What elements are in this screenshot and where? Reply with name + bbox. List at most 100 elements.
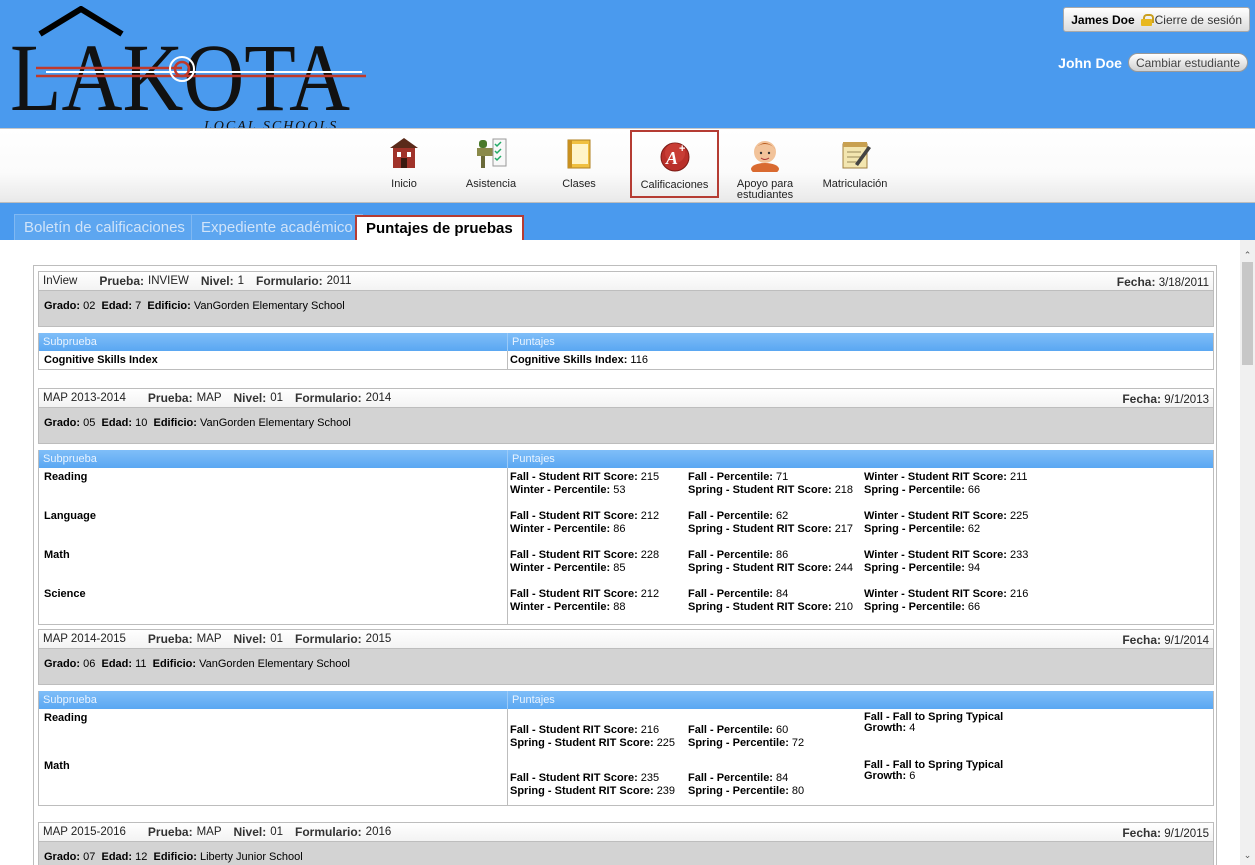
edificio-label: Edificio:	[147, 300, 191, 312]
tab-puntajes[interactable]: Puntajes de pruebas	[355, 215, 524, 243]
score-item: Spring - Student RIT Score: 217	[688, 523, 853, 535]
nav-clases[interactable]: Clases	[557, 129, 601, 203]
score-item: Fall - Student RIT Score: 216	[510, 724, 659, 736]
edad-label: Edad:	[101, 417, 133, 429]
scores-grid-header: Subprueba Puntajes	[39, 450, 1213, 468]
score-item: Fall - Student RIT Score: 235	[510, 772, 659, 784]
score-key: Fall - Percentile:	[688, 588, 773, 600]
formulario-value: 2016	[365, 826, 392, 838]
fecha: Fecha: 9/1/2014	[1122, 633, 1209, 647]
fecha-value: 9/1/2013	[1164, 394, 1209, 406]
scroll-up-icon[interactable]: ⌃	[1242, 250, 1253, 261]
edad-label: Edad:	[101, 658, 133, 670]
score-value: 4	[909, 722, 916, 734]
scores-grid-header: Subprueba Puntajes	[39, 691, 1213, 709]
scores-cell: Fall - Student RIT Score: 212 Fall - Perc…	[508, 507, 1213, 546]
score-value: 53	[613, 484, 626, 496]
score-value: 94	[967, 562, 981, 574]
score-item: Fall - Percentile: 84	[688, 772, 788, 784]
nav-label: Matriculación	[822, 178, 888, 190]
table-row: Math Fall - Student RIT Score: 228 Fall - …	[39, 546, 1213, 585]
score-key: Winter - Percentile:	[510, 523, 611, 535]
nivel-value: 01	[270, 633, 283, 645]
score-value: 228	[640, 549, 660, 561]
lock-icon	[1140, 13, 1154, 26]
score-value: 60	[776, 724, 789, 736]
nivel-label: Nivel:	[233, 825, 267, 839]
score-key: Fall - Percentile:	[688, 510, 773, 522]
score-value: 235	[640, 772, 660, 784]
puntajes-header: Puntajes	[512, 336, 555, 348]
fecha: Fecha: 9/1/2015	[1122, 826, 1209, 840]
table-row: Math Fall - Student RIT Score: 235 Fall - …	[39, 757, 1213, 805]
formulario-value: 2015	[365, 633, 392, 645]
score-item: Winter - Student RIT Score: 225	[864, 510, 1028, 522]
formulario-label: Formulario:	[295, 391, 362, 405]
logout-link[interactable]: Cierre de sesión	[1155, 13, 1242, 27]
score-item: Winter - Percentile: 88	[510, 601, 625, 613]
svg-text:A: A	[665, 148, 678, 168]
lakota-logo[interactable]: LAKOTA LOCAL SCHOOLS	[6, 5, 366, 134]
scores-cell: Fall - Student RIT Score: 228 Fall - Perc…	[508, 546, 1213, 585]
score-value: 84	[776, 772, 789, 784]
nav-asistencia[interactable]: Asistencia	[461, 129, 521, 203]
student-support-icon	[747, 136, 783, 175]
nav-calificaciones[interactable]: A + Calificaciones	[630, 130, 719, 198]
score-value: 216	[640, 724, 660, 736]
subtest-name: Math	[39, 757, 508, 805]
edificio-value: VanGorden Elementary School	[193, 300, 345, 312]
prueba-value: INVIEW	[148, 275, 189, 287]
fecha-value: 9/1/2015	[1164, 828, 1209, 840]
nav-label: Inicio	[391, 178, 417, 190]
score-value: 6	[909, 770, 916, 782]
nav-apoyo[interactable]: Apoyo para estudiantes	[734, 129, 796, 203]
nivel-label: Nivel:	[200, 274, 234, 288]
score-key: Spring - Percentile:	[864, 601, 965, 613]
notebook-icon	[561, 136, 597, 172]
score-value: 211	[1009, 471, 1028, 483]
formulario-label: Formulario:	[255, 274, 323, 288]
formulario-label: Formulario:	[295, 632, 362, 646]
scroll-down-icon[interactable]: ⌄	[1242, 850, 1253, 861]
score-item: Spring - Student RIT Score: 218	[688, 484, 853, 496]
table-row: Science Fall - Student RIT Score: 212 Fall…	[39, 585, 1213, 624]
table-row: Cognitive Skills Index Cognitive Skills I…	[39, 351, 1213, 369]
score-key: Cognitive Skills Index:	[510, 354, 628, 366]
score-key: Fall - Fall to Spring Typical Growth:	[864, 711, 1004, 734]
edificio-value: Liberty Junior School	[199, 851, 303, 863]
test-name: MAP 2013-2014	[43, 392, 126, 404]
score-value: 62	[967, 523, 981, 535]
score-item: Winter - Percentile: 85	[510, 562, 625, 574]
score-item: Spring - Percentile: 94	[864, 562, 980, 574]
score-key: Winter - Student RIT Score:	[864, 588, 1007, 600]
table-row: Reading Fall - Student RIT Score: 216 Fall…	[39, 709, 1213, 757]
tab-boletin[interactable]: Boletín de calificaciones	[14, 214, 195, 240]
prueba-value: MAP	[196, 826, 222, 838]
score-item: Fall - Percentile: 71	[688, 471, 788, 483]
subtab-bar: Boletín de calificaciones Expediente aca…	[0, 203, 1255, 243]
scores-grid: Subprueba Puntajes Cognitive Skills Index C…	[38, 333, 1214, 370]
score-item: Spring - Percentile: 66	[864, 601, 980, 613]
subtest-name: Language	[39, 507, 508, 546]
score-item: Spring - Student RIT Score: 210	[688, 601, 853, 613]
scrollbar-thumb[interactable]	[1242, 262, 1253, 365]
score-value: 88	[613, 601, 626, 613]
test-block: InView Prueba: INVIEW Nivel: 1 Formulario: 201…	[38, 271, 1214, 370]
fecha: Fecha: 3/18/2011	[1117, 275, 1209, 289]
student-selector: John Doe Cambiar estudiante	[1058, 53, 1248, 72]
subprueba-header: Subprueba	[39, 333, 508, 351]
score-item: Spring - Percentile: 66	[864, 484, 980, 496]
score-item: Spring - Student RIT Score: 225	[510, 737, 675, 749]
score-key: Spring - Percentile:	[688, 737, 789, 749]
nav-inicio[interactable]: Inicio	[384, 129, 424, 203]
score-key: Spring - Percentile:	[864, 484, 965, 496]
vertical-scrollbar[interactable]: ⌃ ⌄	[1240, 240, 1255, 865]
switch-student-button[interactable]: Cambiar estudiante	[1127, 53, 1248, 72]
tab-expediente[interactable]: Expediente académico	[191, 214, 363, 240]
nav-matriculacion[interactable]: Matriculación	[820, 129, 890, 203]
nav-label: Asistencia	[465, 178, 517, 190]
grado-label: Grado:	[44, 300, 81, 312]
edad-label: Edad:	[101, 851, 133, 863]
scores-cell: Cognitive Skills Index: 116	[508, 351, 1213, 369]
fecha-value: 3/18/2011	[1158, 277, 1209, 289]
